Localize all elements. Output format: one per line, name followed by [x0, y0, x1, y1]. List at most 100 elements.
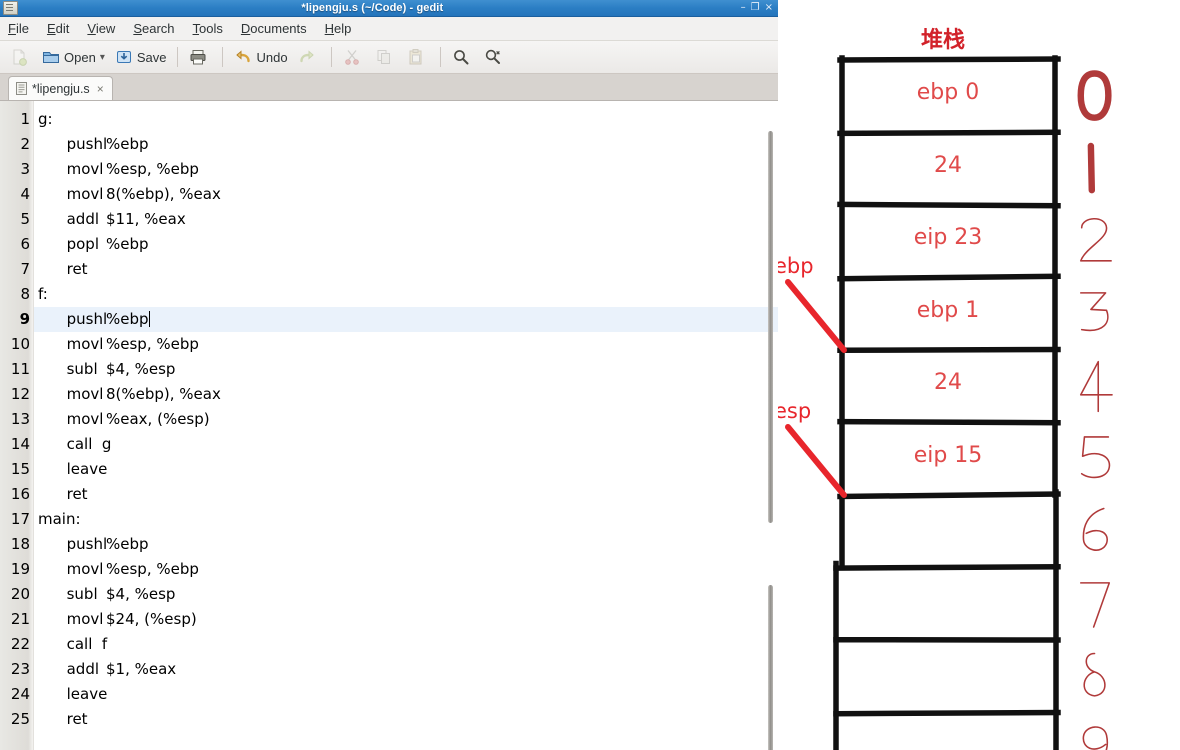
copy-icon — [377, 50, 390, 64]
code-line[interactable]: movl 8(%ebp), %eax — [34, 382, 778, 407]
menu-view[interactable]: View — [87, 21, 115, 36]
find-button[interactable] — [448, 45, 478, 69]
code-operands: 8(%ebp), %eax — [106, 385, 221, 403]
tab-lipengju-s[interactable]: *lipengju.s × — [8, 76, 113, 100]
undo-button[interactable]: Undo — [230, 45, 291, 69]
line-number: 2 — [20, 135, 30, 153]
find-replace-button[interactable] — [480, 45, 510, 69]
code-operands: $4, %esp — [106, 360, 176, 378]
code-mnemonic: f: — [38, 285, 48, 303]
search-icon — [453, 50, 469, 65]
code-operands: %esp, %ebp — [106, 160, 199, 178]
code-operands: %esp, %ebp — [106, 335, 199, 353]
handwritten-numeral — [1079, 217, 1112, 262]
code-operands: 8(%ebp), %eax — [106, 185, 221, 203]
save-button[interactable]: Save — [111, 45, 171, 69]
code-operands: %ebp — [106, 310, 149, 328]
menu-tools[interactable]: Tools — [193, 21, 223, 36]
minimize-button[interactable]: – — [741, 3, 746, 13]
code-editor[interactable]: 1 2 3 4 5 6 7 8 9 10 11 12 13 14 15 16 17 18 19 20 21 22 23 24 2… — [0, 101, 778, 750]
line-number: 4 — [20, 185, 30, 203]
code-line[interactable]: movl 8(%ebp), %eax — [34, 182, 778, 207]
close-button[interactable]: × — [765, 3, 773, 13]
stack-cell-value: ebp 0 — [916, 80, 980, 106]
pointer-arrow-ebp — [785, 279, 847, 353]
scissors-icon — [344, 50, 359, 65]
line-number-gutter: 1 2 3 4 5 6 7 8 9 10 11 12 13 14 15 16 17 18 19 20 21 22 23 24 2… — [0, 101, 34, 750]
menu-file[interactable]: File — [8, 21, 29, 36]
code-line[interactable]: ret — [34, 707, 778, 732]
code-mnemonic: main: — [38, 510, 81, 528]
line-number: 22 — [10, 635, 30, 653]
cut-button[interactable] — [339, 45, 369, 69]
redo-button[interactable] — [294, 45, 324, 69]
code-line[interactable]: g: — [34, 107, 778, 132]
maximize-button[interactable]: ❐ — [751, 3, 760, 13]
tab-close-icon[interactable]: × — [95, 82, 104, 96]
code-line[interactable]: addl $1, %eax — [34, 657, 778, 682]
line-number: 5 — [20, 210, 30, 228]
code-line[interactable]: main: — [34, 507, 778, 532]
code-line[interactable]: subl $4, %esp — [34, 582, 778, 607]
code-line[interactable]: movl %esp, %ebp — [34, 157, 778, 182]
printer-icon — [190, 50, 206, 65]
code-mnemonic: popl — [38, 235, 99, 253]
code-line[interactable]: ret — [34, 482, 778, 507]
window-title: *lipengju.s (~/Code) - gedit — [301, 2, 444, 14]
print-button[interactable] — [185, 45, 215, 69]
stack-row-divider — [837, 273, 1061, 282]
code-line[interactable]: pushl%ebp — [34, 532, 778, 557]
code-line[interactable]: popl %ebp — [34, 232, 778, 257]
line-number: 24 — [10, 685, 30, 703]
document-icon — [3, 1, 18, 15]
menu-documents-label: ocuments — [250, 21, 307, 36]
code-operands: $4, %esp — [106, 585, 176, 603]
scrollbar-thumb-lower[interactable] — [768, 585, 773, 750]
scrollbar-thumb-upper[interactable] — [768, 131, 773, 523]
menu-search[interactable]: Search — [133, 21, 174, 36]
menu-bar: File Edit View Search Tools Documents He… — [0, 17, 778, 41]
chevron-down-icon[interactable]: ▾ — [100, 52, 105, 63]
code-line[interactable]: movl $24, (%esp) — [34, 607, 778, 632]
code-line[interactable]: ret — [34, 257, 778, 282]
menu-help[interactable]: Help — [325, 21, 352, 36]
code-mnemonic: ret — [38, 710, 88, 728]
code-line[interactable]: movl %esp, %ebp — [34, 332, 778, 357]
stack-row-divider — [833, 709, 1061, 717]
copy-button[interactable] — [371, 45, 401, 69]
vertical-scrollbar[interactable] — [766, 131, 775, 750]
code-mnemonic: addl — [38, 210, 100, 228]
line-number: 17 — [10, 510, 30, 528]
code-line[interactable]: movl %eax, (%esp) — [34, 407, 778, 432]
tab-bar: *lipengju.s × — [0, 74, 778, 101]
handwritten-numeral — [1080, 436, 1111, 479]
menu-view-mnemonic: V — [87, 21, 96, 36]
code-line[interactable]: call f — [34, 632, 778, 657]
screenshot-root: *lipengju.s (~/Code) - gedit – ❐ × File … — [0, 0, 1180, 750]
new-document-button[interactable] — [6, 45, 36, 69]
line-number: 25 — [10, 710, 30, 728]
menu-file-label: ile — [15, 21, 29, 36]
stack-row-divider — [833, 563, 1061, 571]
line-number: 16 — [10, 485, 30, 503]
code-line[interactable]: pushl%ebp — [34, 307, 778, 332]
menu-edit[interactable]: Edit — [47, 21, 69, 36]
code-mnemonic: subl — [38, 585, 98, 603]
code-line[interactable]: addl $11, %eax — [34, 207, 778, 232]
code-line[interactable]: subl $4, %esp — [34, 357, 778, 382]
code-mnemonic: g: — [38, 110, 53, 128]
code-line[interactable]: pushl%ebp — [34, 132, 778, 157]
code-line[interactable]: leave — [34, 457, 778, 482]
paste-button[interactable] — [403, 45, 433, 69]
menu-documents[interactable]: Documents — [241, 21, 307, 36]
open-button[interactable]: Open ▾ — [38, 45, 109, 69]
code-line[interactable]: leave — [34, 682, 778, 707]
code-line[interactable]: f: — [34, 282, 778, 307]
handwritten-numeral — [1077, 70, 1112, 121]
code-line[interactable]: movl %esp, %ebp — [34, 557, 778, 582]
folder-open-icon — [43, 52, 59, 63]
code-area[interactable]: g: pushl%ebp movl %esp, %ebp movl 8(%ebp),… — [34, 101, 778, 750]
line-number: 23 — [10, 660, 30, 678]
code-line[interactable]: call g — [34, 432, 778, 457]
line-number: 18 — [10, 535, 30, 553]
